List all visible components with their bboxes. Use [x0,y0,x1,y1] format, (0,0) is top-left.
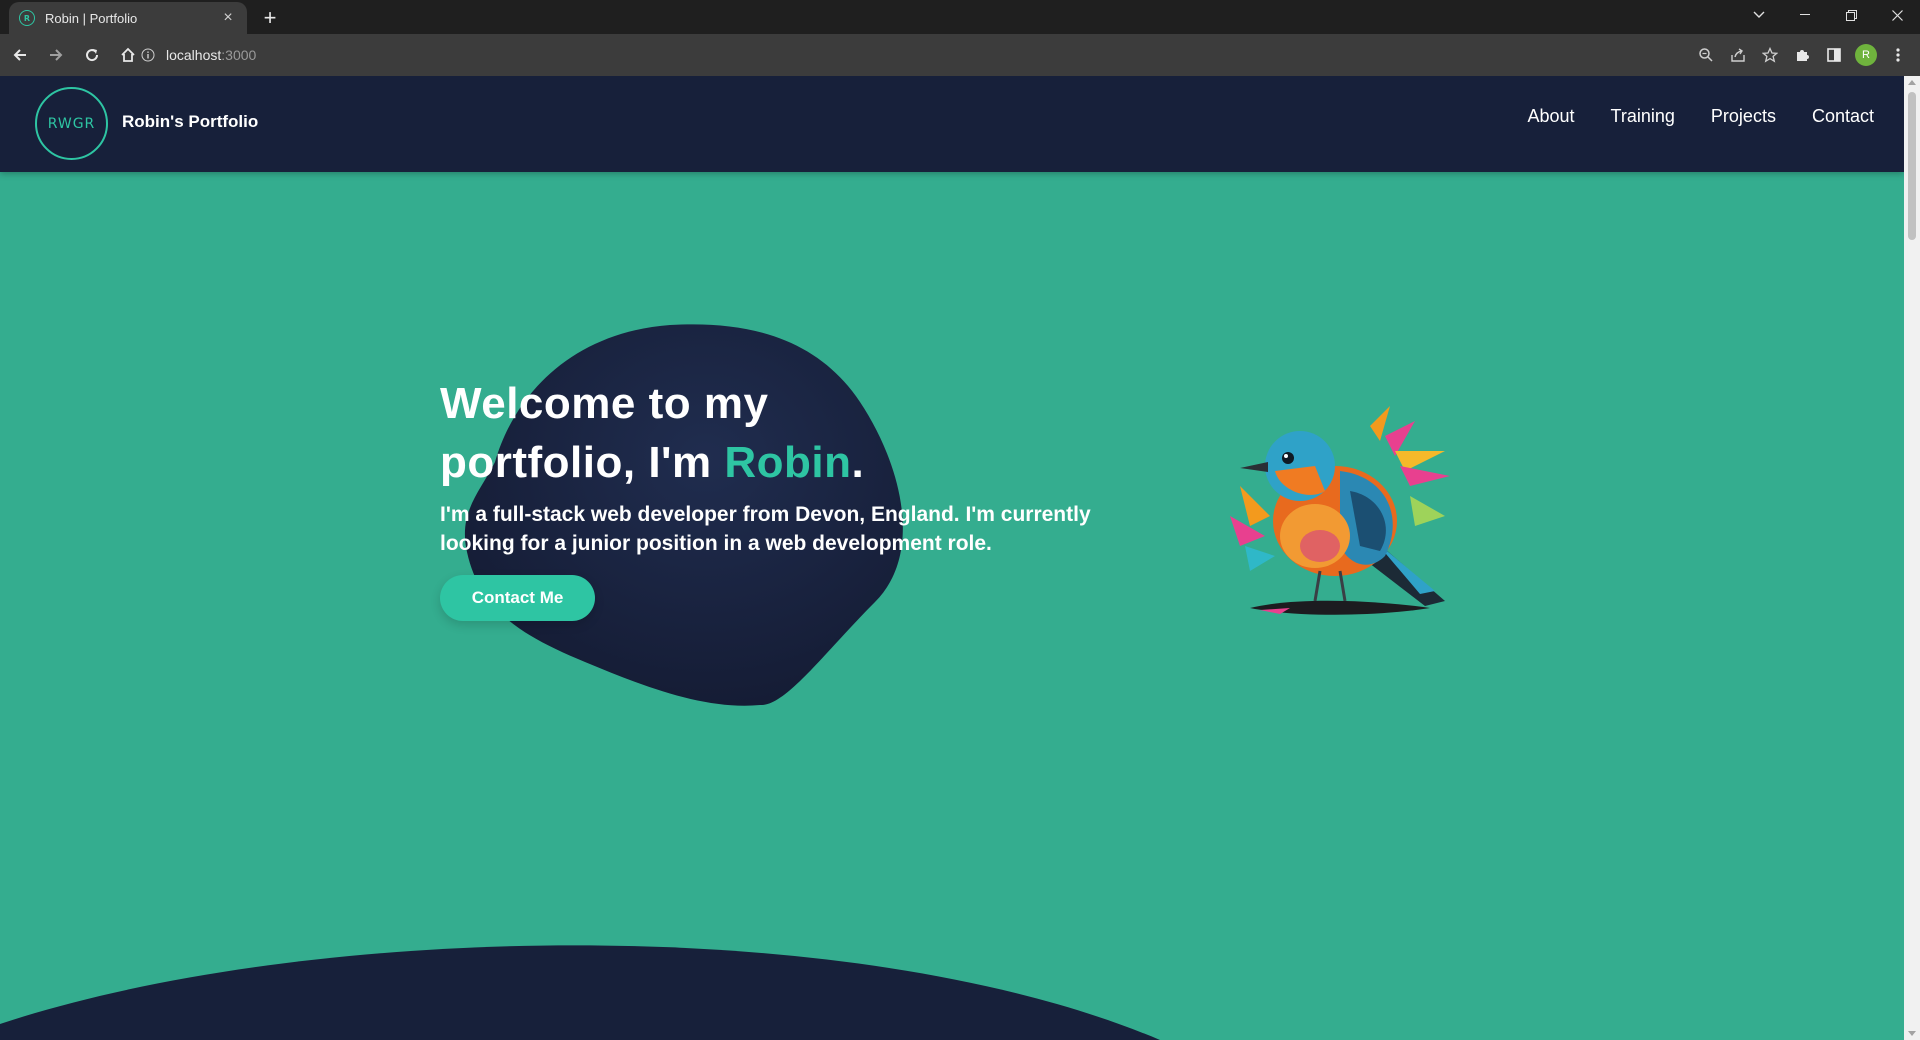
scroll-up-icon[interactable] [1908,80,1916,85]
url-port: :3000 [221,47,257,63]
browser-tab[interactable]: R Robin | Portfolio × [9,2,247,34]
page-viewport: RWGR Robin's Portfolio About Training Pr… [0,76,1904,1040]
minimize-button[interactable] [1782,0,1828,30]
browser-toolbar: localhost:3000 R [0,34,1920,76]
new-tab-button[interactable]: + [256,4,284,32]
address-bar[interactable]: localhost:3000 [140,34,1880,76]
page-scrollbar[interactable] [1904,76,1920,1040]
window-controls [1736,0,1920,30]
hero-title: Welcome to my portfolio, I'm Robin. [440,374,1140,492]
hero-title-suffix: . [851,438,865,487]
extensions-icon[interactable] [1788,41,1816,69]
hero-title-line2-prefix: portfolio, I'm [440,438,725,487]
tab-title: Robin | Portfolio [45,10,138,26]
hero-subtitle: I'm a full-stack web developer from Devo… [440,503,1091,555]
site-nav: About Training Projects Contact [1528,106,1875,127]
nav-contact-link[interactable]: Contact [1812,106,1874,127]
forward-button[interactable] [40,39,72,71]
robin-illustration [1230,406,1450,615]
site-info-icon[interactable] [140,47,156,63]
scroll-down-icon[interactable] [1908,1031,1916,1036]
close-window-button[interactable] [1874,0,1920,30]
site-brand[interactable]: Robin's Portfolio [122,112,258,132]
zoom-icon[interactable] [1692,41,1720,69]
contact-me-button[interactable]: Contact Me [440,575,595,621]
nav-training-link[interactable]: Training [1611,106,1675,127]
site-header: RWGR Robin's Portfolio About Training Pr… [0,76,1904,172]
profile-avatar[interactable]: R [1852,41,1880,69]
profile-initial: R [1855,44,1877,66]
toolbar-actions: R [1692,39,1912,71]
site-logo[interactable]: RWGR [35,87,108,160]
tab-close-icon[interactable]: × [219,9,237,27]
bottom-wave-shape [0,945,1160,1040]
back-button[interactable] [4,39,36,71]
menu-kebab-icon[interactable] [1884,41,1912,69]
nav-projects-link[interactable]: Projects [1711,106,1776,127]
scrollbar-thumb[interactable] [1908,92,1916,240]
hero-section: Welcome to my portfolio, I'm Robin. I'm … [440,374,1140,621]
hero-title-name: Robin [724,438,852,487]
tab-search-icon[interactable] [1736,0,1782,30]
restore-button[interactable] [1828,0,1874,30]
url-host: localhost [166,47,222,63]
nav-about-link[interactable]: About [1528,106,1575,127]
browser-tabstrip: R Robin | Portfolio × + [0,0,1920,34]
hero-title-line1: Welcome to my [440,379,769,428]
side-panel-icon[interactable] [1820,41,1848,69]
tab-favicon-icon: R [19,10,35,26]
share-icon[interactable] [1724,41,1752,69]
bookmark-star-icon[interactable] [1756,41,1784,69]
reload-button[interactable] [76,39,108,71]
